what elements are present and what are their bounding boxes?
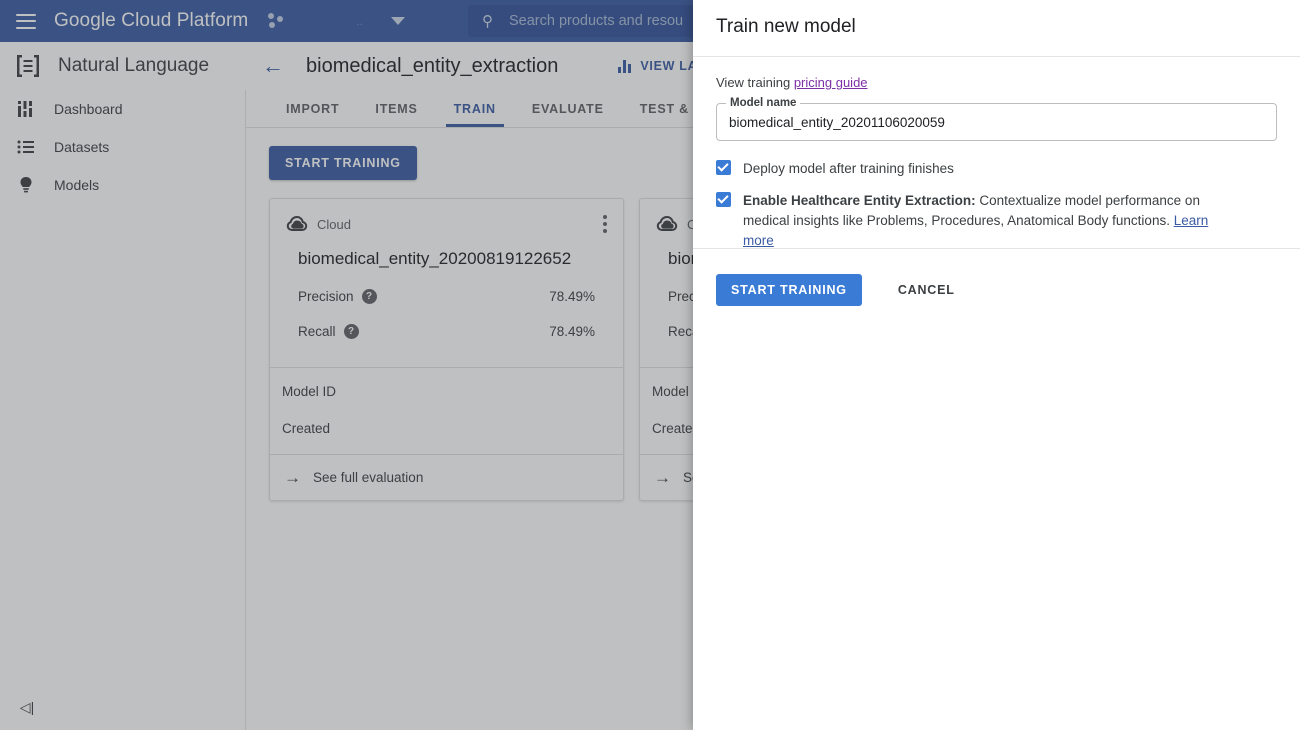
gcp-logo[interactable]: Google Cloud Platform bbox=[54, 10, 248, 32]
see-full-evaluation-label: See full evaluation bbox=[313, 470, 423, 485]
dialog-start-training-button[interactable]: START TRAINING bbox=[716, 274, 862, 306]
model-id-row: Model ID bbox=[282, 384, 611, 399]
metric-label: Precision bbox=[298, 289, 354, 304]
tab-train[interactable]: TRAIN bbox=[436, 90, 514, 127]
dialog-title: Train new model bbox=[693, 0, 1300, 38]
metric-value: 78.49% bbox=[549, 289, 595, 304]
healthcare-entity-label: Enable Healthcare Entity Extraction: bbox=[743, 193, 976, 208]
card-overflow-menu-icon[interactable] bbox=[603, 215, 607, 236]
sidebar: Dashboard Datasets Models ◁| bbox=[0, 90, 246, 730]
model-card[interactable]: Cloud biomedical_entity_20200819122652 P… bbox=[269, 198, 624, 501]
arrow-right-icon: → bbox=[654, 468, 671, 488]
sidebar-item-label: Models bbox=[54, 177, 99, 193]
model-name-field-label: Model name bbox=[726, 97, 800, 109]
metric-recall: Recall ? 78.49% bbox=[298, 324, 595, 339]
healthcare-entity-checkbox-row[interactable]: Enable Healthcare Entity Extraction: Con… bbox=[716, 191, 1277, 251]
metric-value: 78.49% bbox=[549, 324, 595, 339]
lightbulb-icon bbox=[16, 175, 36, 195]
start-training-button[interactable]: START TRAINING bbox=[269, 146, 417, 180]
cloud-icon bbox=[656, 213, 678, 235]
collapse-sidebar-icon[interactable]: ◁| bbox=[16, 696, 38, 718]
sidebar-item-dashboard[interactable]: Dashboard bbox=[0, 90, 245, 128]
dashboard-icon bbox=[16, 99, 36, 119]
created-label: Created bbox=[282, 421, 330, 436]
product-title: Natural Language bbox=[58, 55, 209, 77]
sidebar-item-datasets[interactable]: Datasets bbox=[0, 128, 245, 166]
see-full-evaluation-link[interactable]: → See full evaluation bbox=[270, 454, 623, 500]
search-placeholder: Search products and resou bbox=[509, 13, 683, 29]
tab-items[interactable]: ITEMS bbox=[357, 90, 435, 127]
dialog-actions-divider bbox=[693, 248, 1300, 249]
healthcare-entity-checkbox[interactable] bbox=[716, 192, 731, 207]
created-row: Created bbox=[282, 421, 611, 436]
model-id-label: Model ID bbox=[282, 384, 336, 399]
metric-precision: Precision ? 78.49% bbox=[298, 289, 595, 304]
metric-label: Recall bbox=[298, 324, 336, 339]
search-icon: ⚲ bbox=[482, 12, 493, 30]
dialog-cancel-button[interactable]: CANCEL bbox=[892, 282, 961, 298]
model-name-field[interactable]: Model name biomedical_entity_20201106020… bbox=[716, 103, 1277, 141]
page-title: biomedical_entity_extraction bbox=[306, 55, 558, 78]
model-name-field-value: biomedical_entity_20201106020059 bbox=[729, 115, 945, 130]
arrow-right-icon: → bbox=[284, 468, 301, 488]
tab-evaluate[interactable]: EVALUATE bbox=[514, 90, 622, 127]
back-arrow-icon[interactable]: ← bbox=[262, 55, 284, 77]
project-selector-icon[interactable] bbox=[268, 12, 286, 30]
model-provider-label: Cloud bbox=[317, 217, 351, 232]
deploy-model-checkbox-row[interactable]: Deploy model after training finishes bbox=[716, 159, 1277, 179]
deploy-model-checkbox[interactable] bbox=[716, 160, 731, 175]
pricing-prefix: View training bbox=[716, 75, 794, 90]
pricing-guide-link[interactable]: pricing guide bbox=[794, 75, 868, 90]
hamburger-menu-icon[interactable] bbox=[16, 14, 36, 29]
cloud-icon bbox=[286, 213, 308, 235]
project-name[interactable]: .. bbox=[356, 14, 363, 28]
tab-import[interactable]: IMPORT bbox=[268, 90, 357, 127]
natural-language-icon bbox=[14, 53, 42, 79]
pricing-guide-line: View training pricing guide bbox=[716, 75, 1277, 90]
dialog-actions: START TRAINING CANCEL bbox=[716, 274, 961, 306]
model-name: biomedical_entity_20200819122652 bbox=[298, 249, 607, 269]
help-icon[interactable]: ? bbox=[362, 289, 377, 304]
deploy-model-label: Deploy model after training finishes bbox=[743, 159, 954, 179]
help-icon[interactable]: ? bbox=[344, 324, 359, 339]
sidebar-item-label: Dashboard bbox=[54, 101, 123, 117]
sidebar-item-models[interactable]: Models bbox=[0, 166, 245, 204]
healthcare-entity-description: Enable Healthcare Entity Extraction: Con… bbox=[743, 191, 1233, 251]
sidebar-item-label: Datasets bbox=[54, 139, 109, 155]
list-icon bbox=[16, 137, 36, 157]
bar-chart-icon bbox=[618, 60, 633, 73]
chevron-down-icon[interactable] bbox=[391, 17, 405, 25]
train-new-model-dialog: Train new model View training pricing gu… bbox=[693, 0, 1300, 730]
